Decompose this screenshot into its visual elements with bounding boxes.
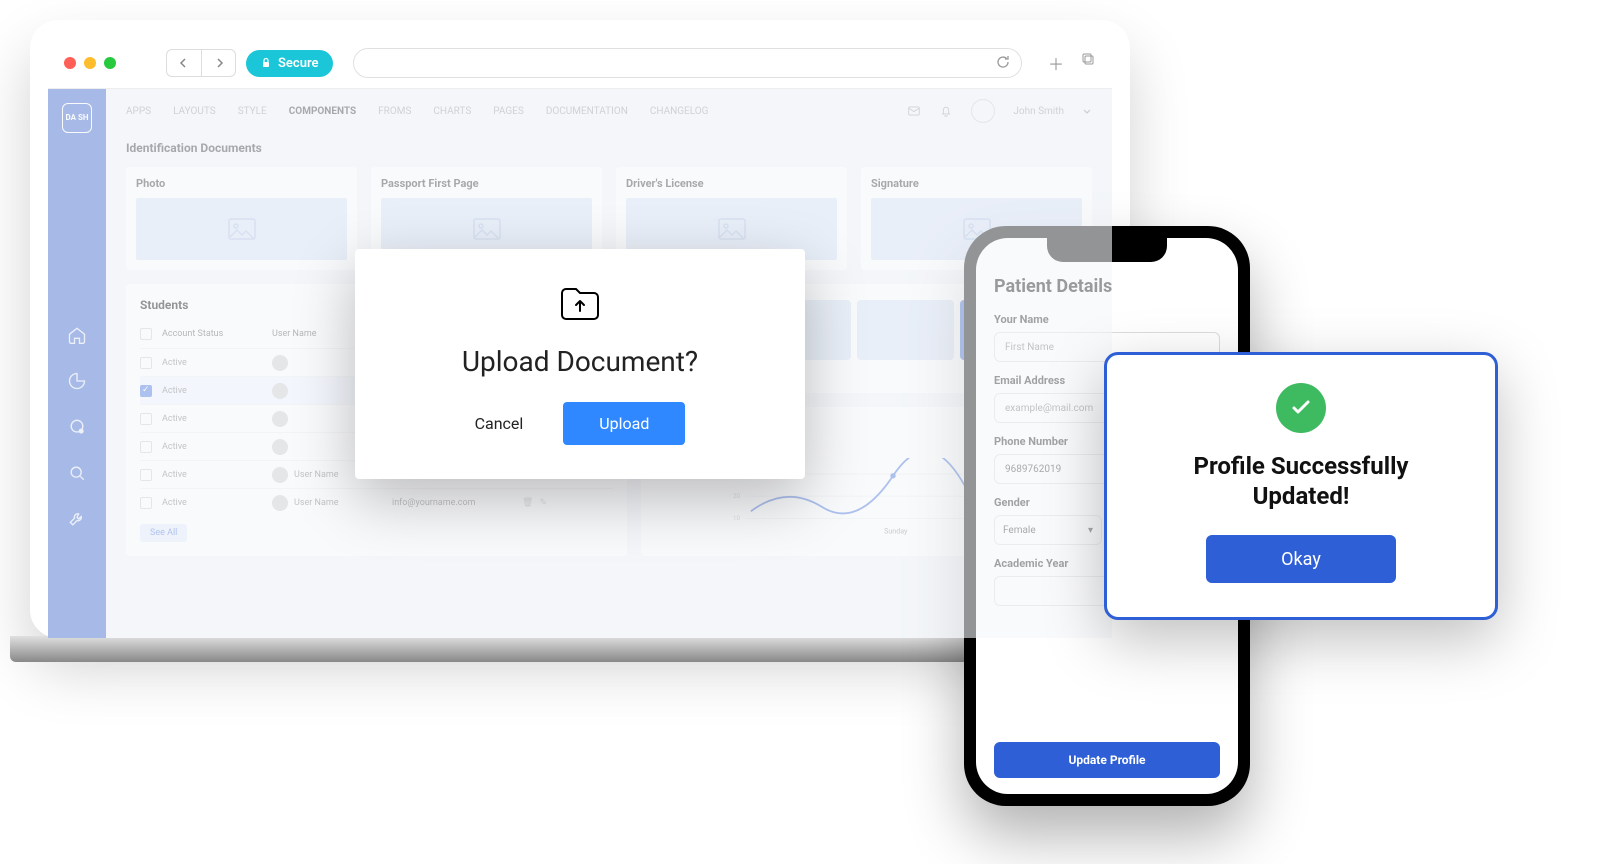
upload-modal: Upload Document? Cancel Upload [355, 249, 805, 479]
address-bar[interactable] [353, 48, 1022, 78]
browser-window: Secure ＋ DA SH [48, 38, 1112, 638]
app-area: DA SH APPS LAYOUTS STYLE [48, 89, 1112, 638]
nav-buttons [166, 49, 236, 77]
okay-button[interactable]: Okay [1206, 535, 1396, 583]
back-button[interactable] [167, 50, 201, 76]
browser-actions: ＋ [1048, 51, 1096, 75]
update-profile-button[interactable]: Update Profile [994, 742, 1220, 778]
check-circle-icon [1276, 383, 1326, 433]
traffic-lights [64, 57, 116, 69]
copy-icon[interactable] [1080, 51, 1096, 75]
success-dialog: Profile Successfully Updated! Okay [1104, 352, 1498, 620]
forward-button[interactable] [201, 50, 235, 76]
laptop-frame: Secure ＋ DA SH [30, 20, 1130, 662]
secure-badge: Secure [246, 50, 333, 77]
secure-label: Secure [278, 56, 319, 71]
modal-title: Upload Document? [355, 345, 805, 378]
reload-icon[interactable] [995, 54, 1011, 74]
folder-upload-icon [556, 279, 604, 327]
browser-toolbar: Secure ＋ [48, 38, 1112, 89]
lock-icon [260, 57, 272, 69]
upload-button[interactable]: Upload [563, 402, 685, 445]
modal-actions: Cancel Upload [355, 402, 805, 445]
cancel-button[interactable]: Cancel [475, 414, 524, 433]
maximize-window-icon[interactable] [104, 57, 116, 69]
close-window-icon[interactable] [64, 57, 76, 69]
success-title: Profile Successfully Updated! [1137, 451, 1465, 511]
minimize-window-icon[interactable] [84, 57, 96, 69]
new-tab-icon[interactable]: ＋ [1048, 51, 1064, 75]
laptop-screen: Secure ＋ DA SH [30, 20, 1130, 638]
